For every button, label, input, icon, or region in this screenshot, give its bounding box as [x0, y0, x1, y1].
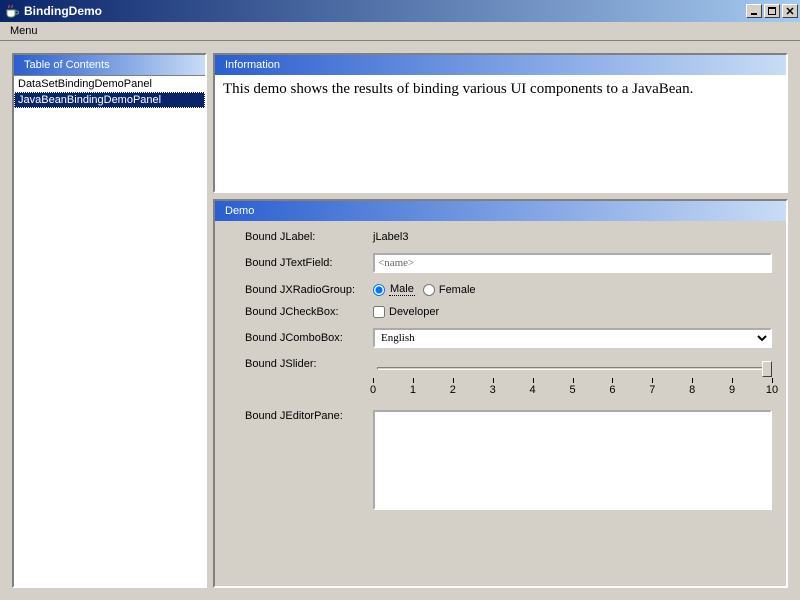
window-controls: [744, 4, 798, 18]
window-title: BindingDemo: [24, 4, 102, 18]
minimize-button[interactable]: [746, 4, 762, 18]
slider-tick-label: 2: [450, 384, 456, 396]
info-header: Information: [215, 55, 786, 75]
slider-ticks: 012345678910: [373, 378, 772, 400]
slider-tick-label: 5: [569, 384, 575, 396]
demo-header: Demo: [215, 201, 786, 221]
toc-header: Table of Contents: [14, 55, 205, 75]
maximize-button[interactable]: [764, 4, 780, 18]
slider[interactable]: 012345678910: [373, 358, 772, 400]
toc-list[interactable]: DataSetBindingDemoPanel JavaBeanBindingD…: [14, 75, 205, 586]
workspace: Table of Contents DataSetBindingDemoPane…: [0, 41, 800, 600]
menu-menu[interactable]: Menu: [4, 23, 44, 39]
slider-tick-label: 4: [530, 384, 536, 396]
radio-male-input[interactable]: [373, 284, 385, 296]
slider-tick-label: 3: [490, 384, 496, 396]
checkbox-developer-input[interactable]: [373, 306, 385, 318]
checkbox-developer-label: Developer: [389, 306, 439, 318]
slider-track: [377, 367, 768, 370]
info-panel: Information This demo shows the results …: [213, 53, 788, 193]
combobox-language[interactable]: English: [373, 328, 772, 348]
slider-tick-label: 6: [609, 384, 615, 396]
label-jxradiogroup: Bound JXRadioGroup:: [245, 284, 363, 296]
java-icon: [4, 3, 20, 19]
toc-panel: Table of Contents DataSetBindingDemoPane…: [12, 53, 207, 588]
toc-item-dataset[interactable]: DataSetBindingDemoPanel: [14, 76, 205, 92]
menubar: Menu: [0, 22, 800, 41]
label-jtextfield: Bound JTextField:: [245, 257, 363, 269]
titlebar: BindingDemo: [0, 0, 800, 22]
slider-tick-label: 10: [766, 384, 778, 396]
value-jlabel: jLabel3: [373, 231, 772, 243]
slider-thumb[interactable]: [762, 361, 772, 377]
close-button[interactable]: [782, 4, 798, 18]
slider-tick-label: 7: [649, 384, 655, 396]
radio-group: Male Female: [373, 283, 772, 296]
label-jcheckbox: Bound JCheckBox:: [245, 306, 363, 318]
jtextfield-input[interactable]: [373, 253, 772, 273]
toc-item-javabean[interactable]: JavaBeanBindingDemoPanel: [14, 92, 205, 108]
slider-tick-label: 9: [729, 384, 735, 396]
demo-panel: Demo Bound JLabel: jLabel3 Bound JTextFi…: [213, 199, 788, 588]
label-jeditorpane: Bound JEditorPane:: [245, 410, 363, 422]
label-jcombobox: Bound JComboBox:: [245, 332, 363, 344]
radio-female-input[interactable]: [423, 284, 435, 296]
radio-female[interactable]: Female: [423, 284, 476, 296]
slider-tick-label: 1: [410, 384, 416, 396]
label-jlabel: Bound JLabel:: [245, 231, 363, 243]
label-jslider: Bound JSlider:: [245, 358, 363, 370]
radio-male[interactable]: Male: [373, 283, 415, 296]
info-text: This demo shows the results of binding v…: [215, 75, 786, 191]
slider-tick-label: 0: [370, 384, 376, 396]
radio-male-label: Male: [389, 283, 415, 296]
radio-female-label: Female: [439, 284, 476, 296]
slider-tick-label: 8: [689, 384, 695, 396]
checkbox-developer[interactable]: Developer: [373, 306, 439, 318]
jeditorpane-input[interactable]: [373, 410, 772, 510]
